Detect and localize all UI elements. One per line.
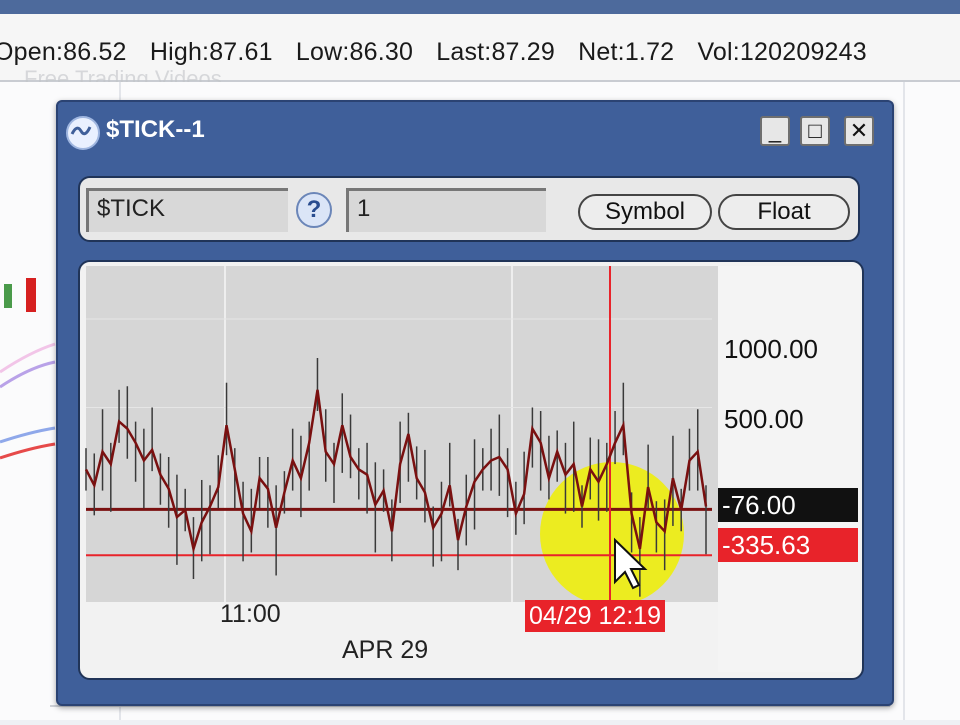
chart-app-icon xyxy=(66,116,100,150)
crosshair-time-tag: 04/29 12:19 xyxy=(525,600,666,632)
float-button[interactable]: Float xyxy=(718,194,850,230)
window-titlebar[interactable]: $TICK--1 _ □ ✕ xyxy=(58,102,892,156)
last-price-tag: -76.00 xyxy=(718,488,858,522)
quote-net: Net:1.72 xyxy=(578,38,675,66)
quote-values: Open:86.52 High:87.61 Low:86.30 Last:87.… xyxy=(0,38,883,67)
quote-high: High:87.61 xyxy=(149,38,273,66)
quote-last: Last:87.29 xyxy=(436,38,556,66)
minimize-button[interactable]: _ xyxy=(760,116,790,146)
tick-chart-window[interactable]: $TICK--1 _ □ ✕ $TICK ? 1 Symbol Float 10… xyxy=(56,100,894,706)
quote-open: Open:86.52 xyxy=(0,38,127,66)
quote-low: Low:86.30 xyxy=(295,38,414,66)
top-window-strip xyxy=(0,0,960,14)
y-tick-label: 1000.00 xyxy=(724,334,818,364)
y-tick-label: 500.00 xyxy=(724,404,804,434)
quote-bar: Open:86.52 High:87.61 Low:86.30 Last:87.… xyxy=(0,14,960,91)
x-date-label: APR 29 xyxy=(342,636,429,664)
window-title: $TICK--1 xyxy=(106,116,205,143)
symbol-input[interactable]: $TICK xyxy=(86,188,288,232)
x-tick-label: 11:00 xyxy=(220,600,281,628)
chart-panel[interactable]: 1000.00 500.00 -76.00 -335.63 11:00 APR … xyxy=(78,260,864,680)
quote-volume: Vol:120209243 xyxy=(697,38,867,66)
interval-input[interactable]: 1 xyxy=(346,188,546,232)
background-candle xyxy=(26,278,36,312)
background-candle xyxy=(4,284,12,308)
tick-chart-svg xyxy=(84,266,712,606)
crosshair-price-tag: -335.63 xyxy=(718,528,858,562)
maximize-button[interactable]: □ xyxy=(800,116,830,146)
help-icon[interactable]: ? xyxy=(296,192,332,228)
symbol-button[interactable]: Symbol xyxy=(578,194,712,230)
highlight-circle xyxy=(540,462,684,606)
close-button[interactable]: ✕ xyxy=(844,116,874,146)
symbol-toolbar: $TICK ? 1 Symbol Float xyxy=(78,176,860,242)
